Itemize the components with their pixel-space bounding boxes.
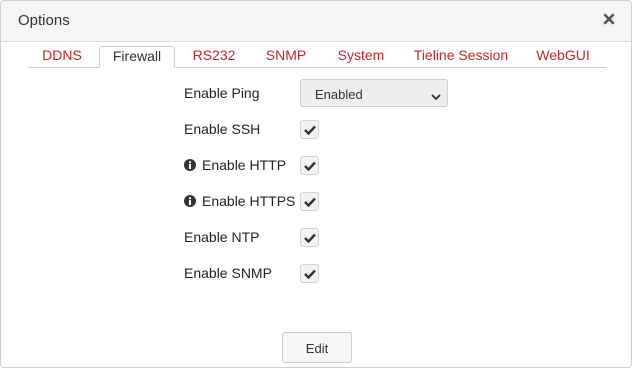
enable-http-label: Enable HTTP [202,157,287,173]
enable-ssh-label: Enable SSH [184,121,261,137]
enable-snmp-checkbox[interactable] [300,264,319,283]
tab-tieline-session[interactable]: Tieline Session [409,46,513,66]
enable-ping-label: Enable Ping [184,85,260,101]
checkmark-icon [304,197,316,207]
enable-https-checkbox[interactable] [300,192,319,211]
tab-rs232[interactable]: RS232 [180,46,248,66]
enable-http-checkbox[interactable] [300,156,319,175]
tab-webgui[interactable]: WebGUI [531,46,595,66]
options-dialog: Options DDNS Firewall RS232 SNMP System … [0,0,632,368]
checkmark-icon [304,161,316,171]
enable-https-row-label: Enable HTTPS [184,193,295,209]
info-icon [184,194,196,207]
chevron-down-icon [431,89,441,101]
enable-https-label: Enable HTTPS [202,193,296,209]
checkmark-icon [304,269,316,279]
dialog-titlebar: Options [1,1,631,42]
tab-firewall[interactable]: Firewall [99,46,175,68]
enable-snmp-label: Enable SNMP [184,265,272,281]
tab-system[interactable]: System [331,46,391,66]
enable-ntp-label: Enable NTP [184,229,260,245]
dialog-title: Options [18,12,70,29]
checkmark-icon [304,233,316,243]
enable-ssh-checkbox[interactable] [300,120,319,139]
edit-button[interactable]: Edit [282,332,352,363]
info-icon [184,158,196,171]
checkmark-icon [304,125,316,135]
enable-http-row-label: Enable HTTP [184,157,286,173]
close-icon[interactable] [601,11,617,27]
tab-ddns[interactable]: DDNS [28,46,96,66]
enable-ping-value: Enabled [315,87,363,102]
enable-ntp-checkbox[interactable] [300,228,319,247]
tab-bar: DDNS Firewall RS232 SNMP System Tieline … [28,46,606,68]
enable-ping-select[interactable]: Enabled [300,79,448,107]
tab-snmp[interactable]: SNMP [258,46,314,66]
